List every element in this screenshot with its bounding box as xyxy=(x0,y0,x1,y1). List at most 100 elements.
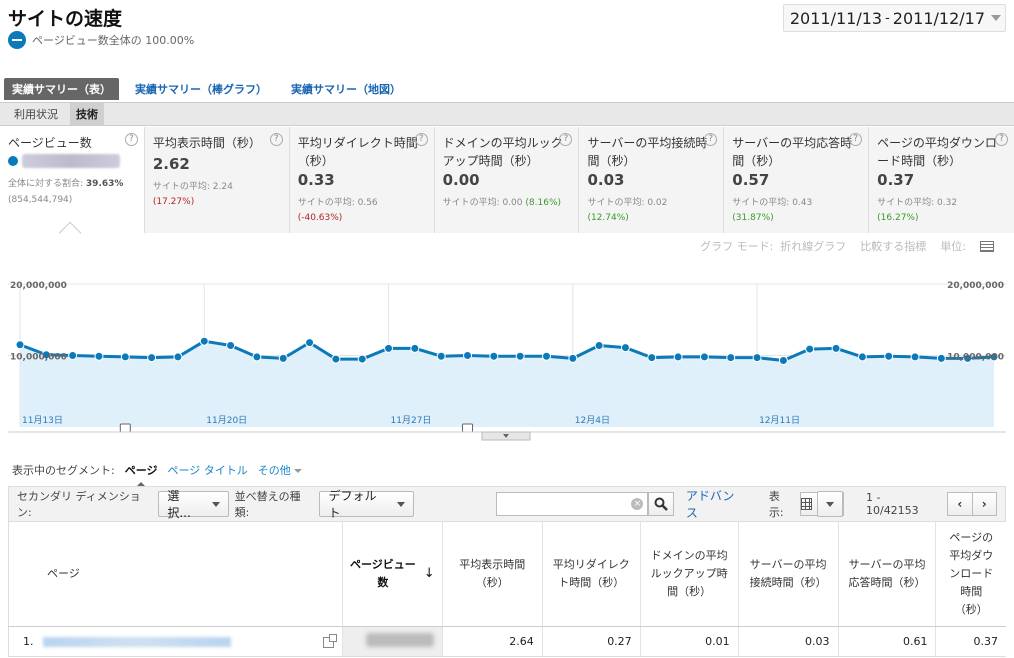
compare-metric-link[interactable]: 比較する指標 xyxy=(860,238,926,254)
metric-avg-server-response-time[interactable]: ? サーバーの平均応答時 間（秒） 0.57 サイトの平均: 0.43 (31.… xyxy=(724,127,870,233)
data-point xyxy=(857,352,867,362)
data-point xyxy=(594,340,604,350)
col-header-avg-server-response-time[interactable]: サーバーの平均 応答時間（秒） xyxy=(837,522,936,627)
search-button[interactable] xyxy=(648,492,674,516)
metric-avg-page-download-time[interactable]: ? ページの平均ダウンロ ード時間（秒） 0.37 サイトの平均: 0.32 (… xyxy=(869,127,1014,233)
pageview-share-text: ページビュー数全体の 100.00% xyxy=(32,34,195,47)
series-area xyxy=(20,341,994,427)
metric-value: 0.37 xyxy=(877,171,915,189)
metric-value: 2.62 xyxy=(152,155,190,173)
col-header-page[interactable]: ページ xyxy=(8,522,343,627)
y-tick-label-left: 10,000,000 xyxy=(10,353,67,363)
metric-share: 全体に対する割合: 39.63% (854,544,794) xyxy=(8,179,124,205)
col-header-avg-load-time[interactable]: 平均表示時間 （秒） xyxy=(441,522,543,627)
help-icon[interactable]: ? xyxy=(559,133,573,146)
metric-site-avg: サイトの平均: 0.32 xyxy=(877,198,958,208)
data-point xyxy=(568,353,578,363)
chevron-down-icon xyxy=(991,15,1001,21)
metric-name: サーバーの平均接続時 間（秒） xyxy=(587,136,708,168)
chevron-right-icon: › xyxy=(981,497,987,511)
report-tabs: 実績サマリー（表） 実績サマリー（棒グラフ） 実績サマリー（地図） xyxy=(4,78,409,100)
avg-page-download-time-cell: 0.37 xyxy=(935,626,1006,657)
chevron-down-icon xyxy=(293,469,302,473)
help-icon[interactable]: ? xyxy=(849,133,863,146)
segment-pie-icon xyxy=(8,31,26,49)
help-icon[interactable]: ? xyxy=(124,133,138,146)
table-controls: セカンダリ ディメンション: 選択... 並べ替えの種類: デフォルト × アド… xyxy=(8,486,1006,522)
metric-site-avg: サイトの平均: 0.00 (8.16%) xyxy=(442,198,562,208)
data-point xyxy=(726,353,736,363)
secondary-dimension-label: セカンダリ ディメンション: xyxy=(17,490,141,519)
col-header-pageviews[interactable]: ページビュー 数↓ xyxy=(341,522,443,627)
date-start: 2011/11/13 xyxy=(789,8,883,28)
open-link-icon[interactable] xyxy=(322,633,337,648)
segment-page[interactable]: ページ xyxy=(125,462,158,487)
clear-icon[interactable]: × xyxy=(631,498,644,510)
segment-other[interactable]: その他 xyxy=(258,462,302,478)
chevron-left-icon: ‹ xyxy=(957,497,963,511)
metric-pct-change: (8.16%) xyxy=(525,198,562,208)
tab-summary-bar[interactable]: 実績サマリー（棒グラフ） xyxy=(127,78,275,100)
subtabs: 利用状況 技術 xyxy=(0,102,1014,126)
segment-page-title[interactable]: ページ タイトル xyxy=(168,462,248,478)
y-tick-label-right: 20,000,000 xyxy=(947,281,1004,291)
data-point xyxy=(120,352,130,362)
data-point xyxy=(436,351,446,361)
metric-name: ページビュー数 xyxy=(8,136,92,150)
metric-avg-domain-lookup-time[interactable]: ? ドメインの平均ルック アップ時間（秒） 0.00 サイトの平均: 0.00 … xyxy=(434,127,580,233)
subtab-usage[interactable]: 利用状況 xyxy=(8,103,64,125)
metric-site-avg: サイトの平均: 2.24 xyxy=(152,182,233,192)
data-point xyxy=(68,351,78,360)
tab-summary-map[interactable]: 実績サマリー（地図） xyxy=(283,78,409,100)
table-search-input[interactable]: × xyxy=(495,492,649,516)
metric-avg-server-connect-time[interactable]: ? サーバーの平均接続時 間（秒） 0.03 サイトの平均: 0.02 (12.… xyxy=(579,127,725,233)
avg-server-connect-time-cell: 0.03 xyxy=(737,626,839,657)
col-header-avg-server-connect-time[interactable]: サーバーの平均 接続時間（秒） xyxy=(737,522,839,627)
chart-unit-icon[interactable] xyxy=(980,240,994,252)
page-cell: 1. xyxy=(8,626,343,657)
page-link-redacted[interactable] xyxy=(43,636,231,647)
data-point xyxy=(541,351,551,361)
help-icon[interactable]: ? xyxy=(995,133,1008,146)
data-point xyxy=(357,354,367,364)
secondary-dimension-select[interactable]: 選択... xyxy=(158,489,229,520)
data-point xyxy=(620,343,630,353)
metric-value: 0.33 xyxy=(297,171,335,189)
help-icon[interactable]: ? xyxy=(269,133,283,146)
avg-redirect-time-cell: 0.27 xyxy=(541,626,641,657)
metric-pageviews[interactable]: ? ページビュー数 全体に対する割合: 39.63% (854,544,794) xyxy=(0,127,145,233)
series-dot-icon xyxy=(8,156,18,166)
col-header-avg-page-download-time[interactable]: ページの 平均ダウ ンロード 時間 （秒） xyxy=(935,522,1006,627)
metric-value: 0.03 xyxy=(587,171,625,189)
help-icon[interactable]: ? xyxy=(704,133,718,146)
pageviews-value-redacted xyxy=(365,632,434,647)
data-point xyxy=(252,352,262,362)
date-end: 2011/12/17 xyxy=(892,8,985,28)
row-index: 1. xyxy=(23,634,34,648)
col-header-avg-domain-lookup-time[interactable]: ドメインの平均 ルックアップ時 間（秒） xyxy=(639,522,739,627)
metric-avg-load-time[interactable]: ? 平均表示時間（秒） 2.62 サイトの平均: 2.24 (17.27%) xyxy=(144,127,290,233)
subtab-technical[interactable]: 技術 xyxy=(70,103,104,125)
next-page-button[interactable]: › xyxy=(971,492,997,516)
graph-mode[interactable]: グラフ モード: 折れ線グラフ xyxy=(700,238,846,254)
annotation-icon xyxy=(462,423,474,433)
unit-label: 単位: xyxy=(940,240,966,253)
avg-domain-lookup-time-cell: 0.01 xyxy=(639,626,739,657)
y-tick-label-right: 10,000,000 xyxy=(947,353,1004,363)
avg-server-response-time-cell: 0.61 xyxy=(837,626,936,657)
metric-value: 0.57 xyxy=(732,171,770,189)
date-range-picker[interactable]: 2011/11/13 - 2011/12/17 xyxy=(782,4,1006,32)
annotation-icon xyxy=(119,423,131,433)
metric-avg-redirect-time[interactable]: ? 平均リダイレクト時間 （秒） 0.33 サイトの平均: 0.56 (-40.… xyxy=(289,127,435,233)
sort-arrow-down-icon: ↓ xyxy=(423,565,435,581)
help-icon[interactable]: ? xyxy=(414,133,428,146)
table-view-select[interactable] xyxy=(799,491,844,517)
sort-type-select[interactable]: デフォルト xyxy=(319,489,414,520)
advanced-filter-link[interactable]: アドバンス xyxy=(686,487,745,521)
prev-page-button[interactable]: ‹ xyxy=(947,492,973,516)
page-subtitle: ページビュー数全体の 100.00% xyxy=(8,31,194,49)
data-point xyxy=(699,352,709,362)
metric-name: ドメインの平均ルック アップ時間（秒） xyxy=(442,136,563,168)
tab-summary-table[interactable]: 実績サマリー（表） xyxy=(4,78,119,100)
col-header-avg-redirect-time[interactable]: 平均リダイレク ト時間（秒） xyxy=(541,522,641,627)
